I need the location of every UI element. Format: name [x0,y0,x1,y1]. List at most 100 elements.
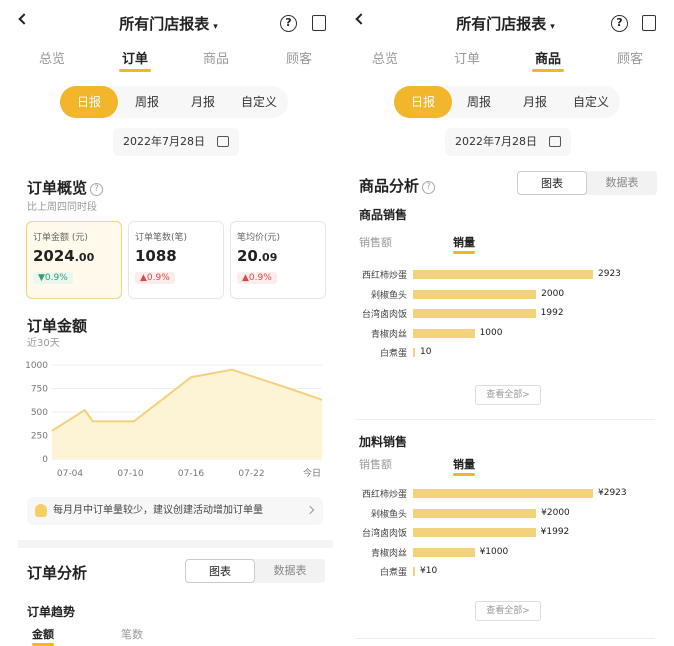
y-tick-label: 250 [31,432,48,442]
main-tabs: 总览 订单 商品 顾客 [0,48,337,76]
bar-label: 青椒肉丝 [370,329,407,340]
bar-value-label: ¥10 [420,566,438,576]
bar-value-label: 2923 [598,269,621,279]
bar [413,289,537,299]
top-bar: 所有门店报表 ▾ ? [337,4,674,40]
period-monthly[interactable]: 月报 [174,86,232,118]
period-selector: 日报 周报 月报 自定义 [394,86,620,118]
period-daily[interactable]: 日报 [394,86,452,118]
calendar-icon[interactable] [642,15,656,31]
period-daily[interactable]: 日报 [60,86,118,118]
subtab-amount[interactable]: 金额 [32,626,54,646]
toggle-table[interactable]: 数据表 [255,559,325,583]
toggle-chart[interactable]: 图表 [185,559,255,583]
kpi-card-average[interactable]: 笔均价(元) 20.09 ▲0.9% [230,221,326,299]
tab-orders[interactable]: 订单 [437,48,497,67]
bar-value-label: ¥1992 [540,527,570,537]
tab-overview[interactable]: 总览 [22,48,82,67]
x-tick-label: 今日 [303,467,321,479]
kpi-card-count[interactable]: 订单笔数(笔) 1088 ▲0.9% [128,221,224,299]
y-tick-label: 500 [31,408,48,418]
period-custom[interactable]: 自定义 [562,86,620,118]
toggle-table[interactable]: 数据表 [587,171,657,195]
date-picker[interactable]: 2022年7月28日 [113,128,239,156]
date-picker[interactable]: 2022年7月28日 [445,128,571,156]
x-tick-label: 07-04 [57,469,83,479]
bar [413,547,475,557]
tab-overview[interactable]: 总览 [355,48,415,67]
tip-banner[interactable]: 每月月中订单量较少，建议创建活动增加订单量 [27,497,323,525]
top-bar: 所有门店报表 ▾ ? [0,4,337,40]
kpi-card-amount[interactable]: 订单金额 (元) 2024.00 ▼0.9% [26,221,122,299]
bar [413,309,536,318]
area-fill [52,369,322,459]
bar-value-label: ¥2923 [598,488,627,498]
view-all-button[interactable]: 查看全部> [475,601,541,621]
help-icon[interactable]: ? [611,15,628,32]
tab-customers[interactable]: 顾客 [600,48,660,67]
tab-orders[interactable]: 订单 [105,48,165,72]
bar-label: 西红柿炒蛋 [361,271,407,281]
chevron-right-icon [305,505,315,515]
question-icon[interactable]: ? [422,181,436,194]
bar [413,489,593,498]
y-tick-label: 0 [42,455,48,465]
period-monthly[interactable]: 月报 [506,86,564,118]
addon-title: 加料销售 [359,435,408,449]
section-divider [18,540,333,548]
calendar-icon [549,136,561,147]
tab-products[interactable]: 商品 [518,48,578,72]
orders-panel: 所有门店报表 ▾ ? 总览 订单 商品 顾客 日报 周报 月报 自定义 2022年… [0,0,337,646]
bar [413,508,537,518]
main-tabs: 总览 订单 商品 顾客 [337,48,674,76]
view-all-button[interactable]: 查看全部> [475,385,541,405]
kpi-label: 订单金额 (元) [33,233,88,243]
bar-value-label: 2000 [541,288,565,299]
overview-title: 订单概览? [27,177,104,198]
kpi-change: ▲0.9% [135,272,175,284]
subtab-count[interactable]: 笔数 [121,626,143,642]
tab-customers[interactable]: 顾客 [269,48,329,67]
kpi-label: 订单笔数(笔) [135,233,188,243]
period-custom[interactable]: 自定义 [230,86,288,118]
bar-value-label: ¥2000 [541,507,570,518]
help-icon[interactable]: ? [280,15,297,32]
bar-label: 剁椒鱼头 [370,290,407,301]
y-tick-label: 1000 [25,361,48,371]
caret-down-icon: ▾ [213,22,218,32]
analysis-title: 订单分析 [27,564,88,582]
question-icon[interactable]: ? [90,183,104,196]
bar [413,567,415,576]
view-toggle: 图表 数据表 [185,559,325,583]
trend-title: 订单趋势 [27,605,76,619]
subtab-revenue[interactable]: 销售额 [359,456,392,472]
bar-label: 白煮蛋 [379,349,407,359]
bar-value-label: ¥1000 [479,546,509,557]
bar [413,328,475,338]
calendar-icon[interactable] [312,15,326,31]
kpi-change: ▼0.9% [33,272,73,284]
bar-value-label: 1000 [479,327,503,338]
amount-title: 订单金额 [27,317,88,335]
order-amount-chart: 0 250 500 750 1000 07-04 07-10 07-16 07-22 今日 [25,361,323,479]
section-divider [355,638,655,639]
bar-label: 白煮蛋 [379,568,407,578]
section-divider [355,419,655,420]
view-toggle: 图表 数据表 [517,171,657,195]
bar-value-label: 10 [420,347,432,357]
products-panel: 所有门店报表 ▾ ? 总览 订单 商品 顾客 日报 周报 月报 自定义 2022年… [337,0,674,646]
subtab-revenue[interactable]: 销售额 [359,234,392,250]
bar-value-label: 1992 [540,308,564,318]
sales-title: 商品销售 [359,208,408,222]
lightbulb-icon [35,504,47,517]
subtab-quantity[interactable]: 销量 [453,456,475,476]
bar [413,270,593,279]
product-analysis-title: 商品分析? [359,175,436,196]
period-weekly[interactable]: 周报 [118,86,176,118]
toggle-chart[interactable]: 图表 [517,171,587,195]
subtab-quantity[interactable]: 销量 [453,234,475,254]
bar-label: 青椒肉丝 [370,548,407,559]
tab-products[interactable]: 商品 [186,48,246,67]
kpi-value: 20.09 [237,247,278,265]
period-weekly[interactable]: 周报 [450,86,508,118]
